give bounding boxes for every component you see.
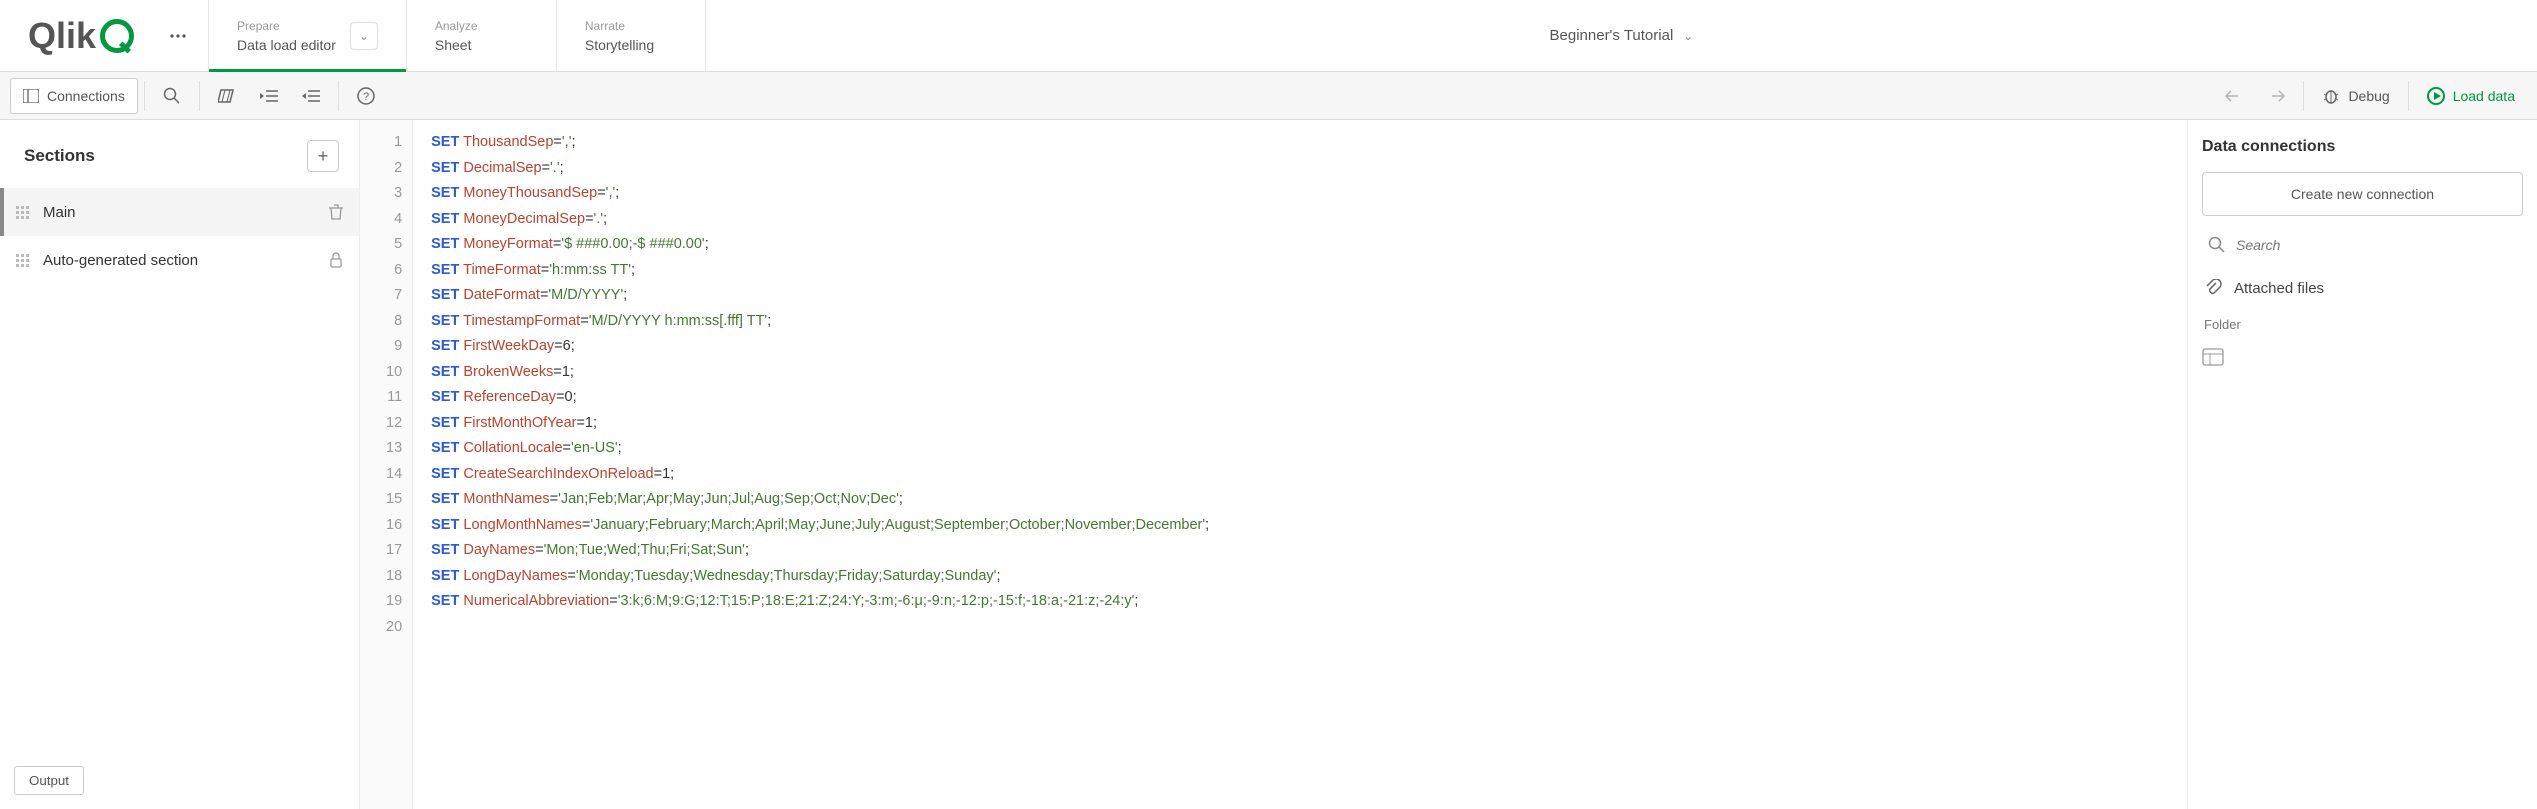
output-label: Output (29, 773, 69, 788)
svg-text:?: ? (363, 91, 369, 103)
separator (2303, 81, 2304, 111)
separator (144, 81, 145, 111)
editor-code[interactable]: SET ThousandSep=',';SET DecimalSep='.';S… (413, 120, 1209, 809)
lock-icon (329, 252, 343, 268)
app-title-dropdown[interactable]: Beginner's Tutorial ⌄ (706, 0, 2537, 71)
plus-icon: + (318, 146, 329, 167)
redo-button[interactable] (2255, 78, 2297, 114)
section-label: Auto-generated section (43, 252, 315, 269)
attached-files-label: Attached files (2234, 280, 2324, 297)
create-connection-label: Create new connection (2291, 186, 2434, 202)
help-button[interactable]: ? (345, 78, 387, 114)
undo-button[interactable] (2213, 78, 2255, 114)
search-button[interactable] (151, 78, 193, 114)
separator (2408, 81, 2409, 111)
paperclip-icon (2204, 279, 2222, 297)
connection-search-input[interactable] (2236, 237, 2517, 253)
load-data-button[interactable]: Load data (2415, 78, 2527, 114)
output-button[interactable]: Output (14, 766, 84, 795)
separator (199, 81, 200, 111)
indent-icon (260, 89, 278, 103)
tab-analyze[interactable]: Analyze Sheet (406, 0, 556, 71)
debug-label: Debug (2348, 88, 2389, 104)
tab-eyebrow: Analyze (435, 19, 528, 33)
logo-text: Qlik (28, 15, 96, 57)
data-connections-heading: Data connections (2202, 138, 2523, 156)
app-logo[interactable]: Qlik (0, 0, 148, 71)
attached-files-item[interactable]: Attached files (2202, 274, 2523, 301)
tab-title: Data load editor (237, 37, 336, 53)
outdent-icon (302, 89, 320, 103)
debug-button[interactable]: Debug (2310, 78, 2401, 114)
search-icon (2208, 236, 2226, 254)
insert-connection-button[interactable] (2202, 348, 2523, 366)
outdent-button[interactable] (290, 78, 332, 114)
tab-eyebrow: Prepare (237, 19, 336, 33)
search-icon (163, 87, 181, 105)
tab-title: Storytelling (585, 37, 677, 53)
section-label: Main (43, 204, 315, 221)
bug-icon (2322, 88, 2340, 104)
tab-prepare[interactable]: Prepare Data load editor ⌄ (208, 0, 406, 71)
chevron-down-icon: ⌄ (1683, 29, 1693, 43)
redo-icon (2267, 89, 2285, 103)
comment-icon (218, 88, 236, 104)
editor-gutter: 1234567891011121314151617181920 (360, 120, 413, 809)
undo-icon (2225, 89, 2243, 103)
separator (338, 81, 339, 111)
drag-handle-icon[interactable] (16, 254, 29, 267)
play-icon (2427, 87, 2445, 105)
section-item-main[interactable]: Main (0, 188, 359, 236)
tab-narrate[interactable]: Narrate Storytelling (556, 0, 706, 71)
comment-toggle-button[interactable] (206, 78, 248, 114)
add-section-button[interactable]: + (307, 140, 339, 172)
locked-section-icon (329, 252, 343, 268)
script-editor[interactable]: 1234567891011121314151617181920 SET Thou… (360, 120, 2187, 809)
chevron-down-icon: ⌄ (359, 29, 369, 43)
create-connection-button[interactable]: Create new connection (2202, 172, 2523, 216)
delete-section-button[interactable] (329, 204, 343, 220)
app-title: Beginner's Tutorial (1550, 27, 1674, 44)
folder-label: Folder (2202, 317, 2523, 332)
logo-q-icon (100, 19, 134, 53)
trash-icon (329, 204, 343, 220)
tab-eyebrow: Narrate (585, 19, 677, 33)
drag-handle-icon[interactable] (16, 206, 29, 219)
connections-button[interactable]: Connections (10, 78, 138, 114)
connections-label: Connections (47, 88, 125, 104)
section-item-autogen[interactable]: Auto-generated section (0, 236, 359, 284)
indent-button[interactable] (248, 78, 290, 114)
connections-icon (23, 89, 39, 103)
tab-title: Sheet (435, 37, 528, 53)
load-label: Load data (2453, 88, 2515, 104)
select-data-icon (2202, 348, 2224, 366)
more-menu-button[interactable] (148, 0, 208, 71)
tab-prepare-dropdown[interactable]: ⌄ (350, 22, 378, 50)
help-icon: ? (357, 87, 375, 105)
sections-heading: Sections (24, 146, 95, 166)
